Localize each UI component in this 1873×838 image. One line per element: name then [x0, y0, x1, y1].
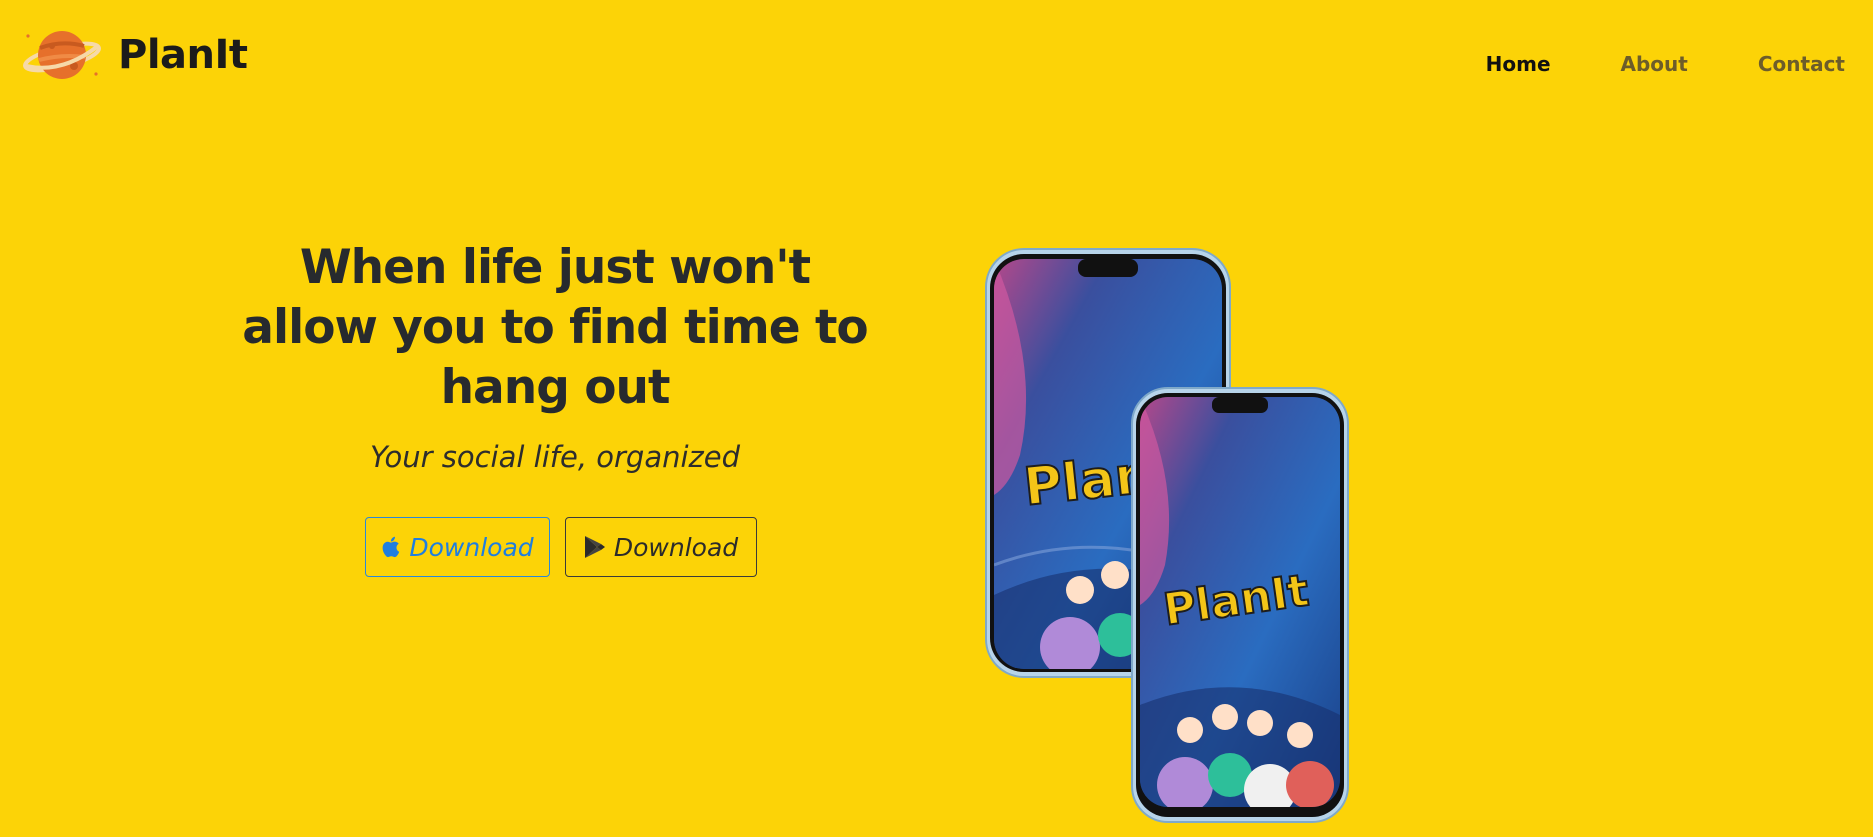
google-play-icon	[584, 536, 605, 558]
headline-line-1: When life just won't	[299, 240, 811, 295]
main-nav: Home About Contact	[1486, 52, 1845, 76]
google-play-download-label: Download	[613, 532, 739, 562]
phone-mockup-image: Plan PlanIt	[985, 248, 1349, 823]
nav-contact[interactable]: Contact	[1758, 52, 1845, 76]
hero-subtitle: Your social life, organized	[369, 440, 741, 474]
nav-about[interactable]: About	[1621, 52, 1688, 76]
planet-icon	[23, 31, 101, 79]
brand-name: PlanIt	[118, 32, 248, 78]
app-store-download-label: Download	[409, 532, 534, 562]
hero-headline: When life just won't allow you to find t…	[230, 238, 880, 418]
nav-home[interactable]: Home	[1486, 52, 1551, 76]
google-play-download-button[interactable]: Download	[565, 517, 757, 577]
headline-line-2: allow you to find time to	[242, 300, 868, 355]
app-store-download-button[interactable]: Download	[365, 517, 550, 577]
hero-section: PlanIt Home About Contact When life just…	[0, 0, 1873, 837]
apple-icon	[382, 536, 400, 558]
headline-line-3: hang out	[440, 360, 671, 415]
brand-logo[interactable]: PlanIt	[22, 26, 248, 84]
